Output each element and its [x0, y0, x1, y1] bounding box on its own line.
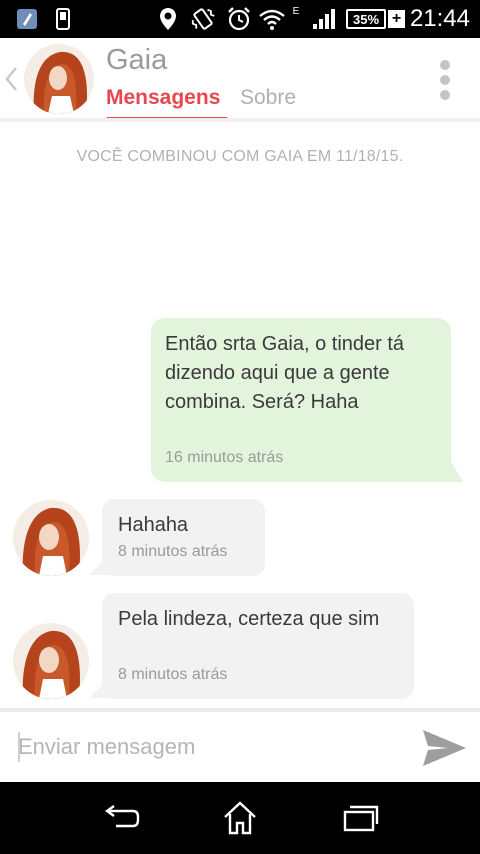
- contact-avatar[interactable]: [13, 623, 89, 699]
- clock: 21:44: [409, 5, 470, 32]
- message-timestamp: 8 minutos atrás: [118, 543, 228, 560]
- wifi-icon: [258, 7, 286, 31]
- phone-notification-icon: [54, 7, 72, 31]
- home-icon[interactable]: [210, 796, 270, 840]
- send-icon: [423, 730, 466, 766]
- message-timestamp: 8 minutos atrás: [118, 666, 228, 683]
- contact-avatar[interactable]: [13, 500, 89, 576]
- message-text: Pela lindeza, certeza que sim: [118, 608, 380, 630]
- contact-avatar[interactable]: [24, 44, 94, 114]
- message-timestamp: 16 minutos atrás: [165, 449, 284, 466]
- send-button[interactable]: [420, 727, 468, 769]
- status-bar: E 35% + 21:44: [0, 0, 480, 38]
- match-notice: VOCÊ COMBINOU COM GAIA EM 11/18/15.: [76, 148, 404, 165]
- vibrate-icon: [189, 7, 217, 31]
- signal-icon: [310, 7, 340, 31]
- app-notification-icon: [14, 7, 40, 31]
- battery-level: 35%: [352, 11, 380, 27]
- location-icon: [157, 7, 179, 31]
- bubble-tail: [430, 460, 463, 482]
- menu-dot: [440, 60, 450, 70]
- back-button[interactable]: [3, 62, 19, 101]
- battery-icon: 35%: [346, 9, 386, 29]
- contact-name: Gaia: [106, 44, 168, 76]
- recent-apps-icon[interactable]: [331, 796, 391, 840]
- menu-dot: [440, 75, 450, 85]
- message-text: Hahaha: [118, 514, 189, 536]
- charging-indicator: +: [388, 10, 405, 28]
- header-divider: [0, 118, 480, 122]
- overflow-menu-icon[interactable]: [437, 58, 453, 102]
- alarm-icon: [226, 7, 252, 31]
- back-icon[interactable]: [91, 796, 151, 840]
- tab-about[interactable]: Sobre: [240, 86, 296, 110]
- network-type-label: E: [292, 5, 300, 17]
- message-text: Então srta Gaia, o tinder tá dizendo aqu…: [165, 333, 405, 413]
- text-cursor: [18, 732, 20, 762]
- tab-messages[interactable]: Mensagens: [106, 86, 220, 110]
- menu-dot: [440, 90, 450, 100]
- message-input[interactable]: [18, 725, 408, 769]
